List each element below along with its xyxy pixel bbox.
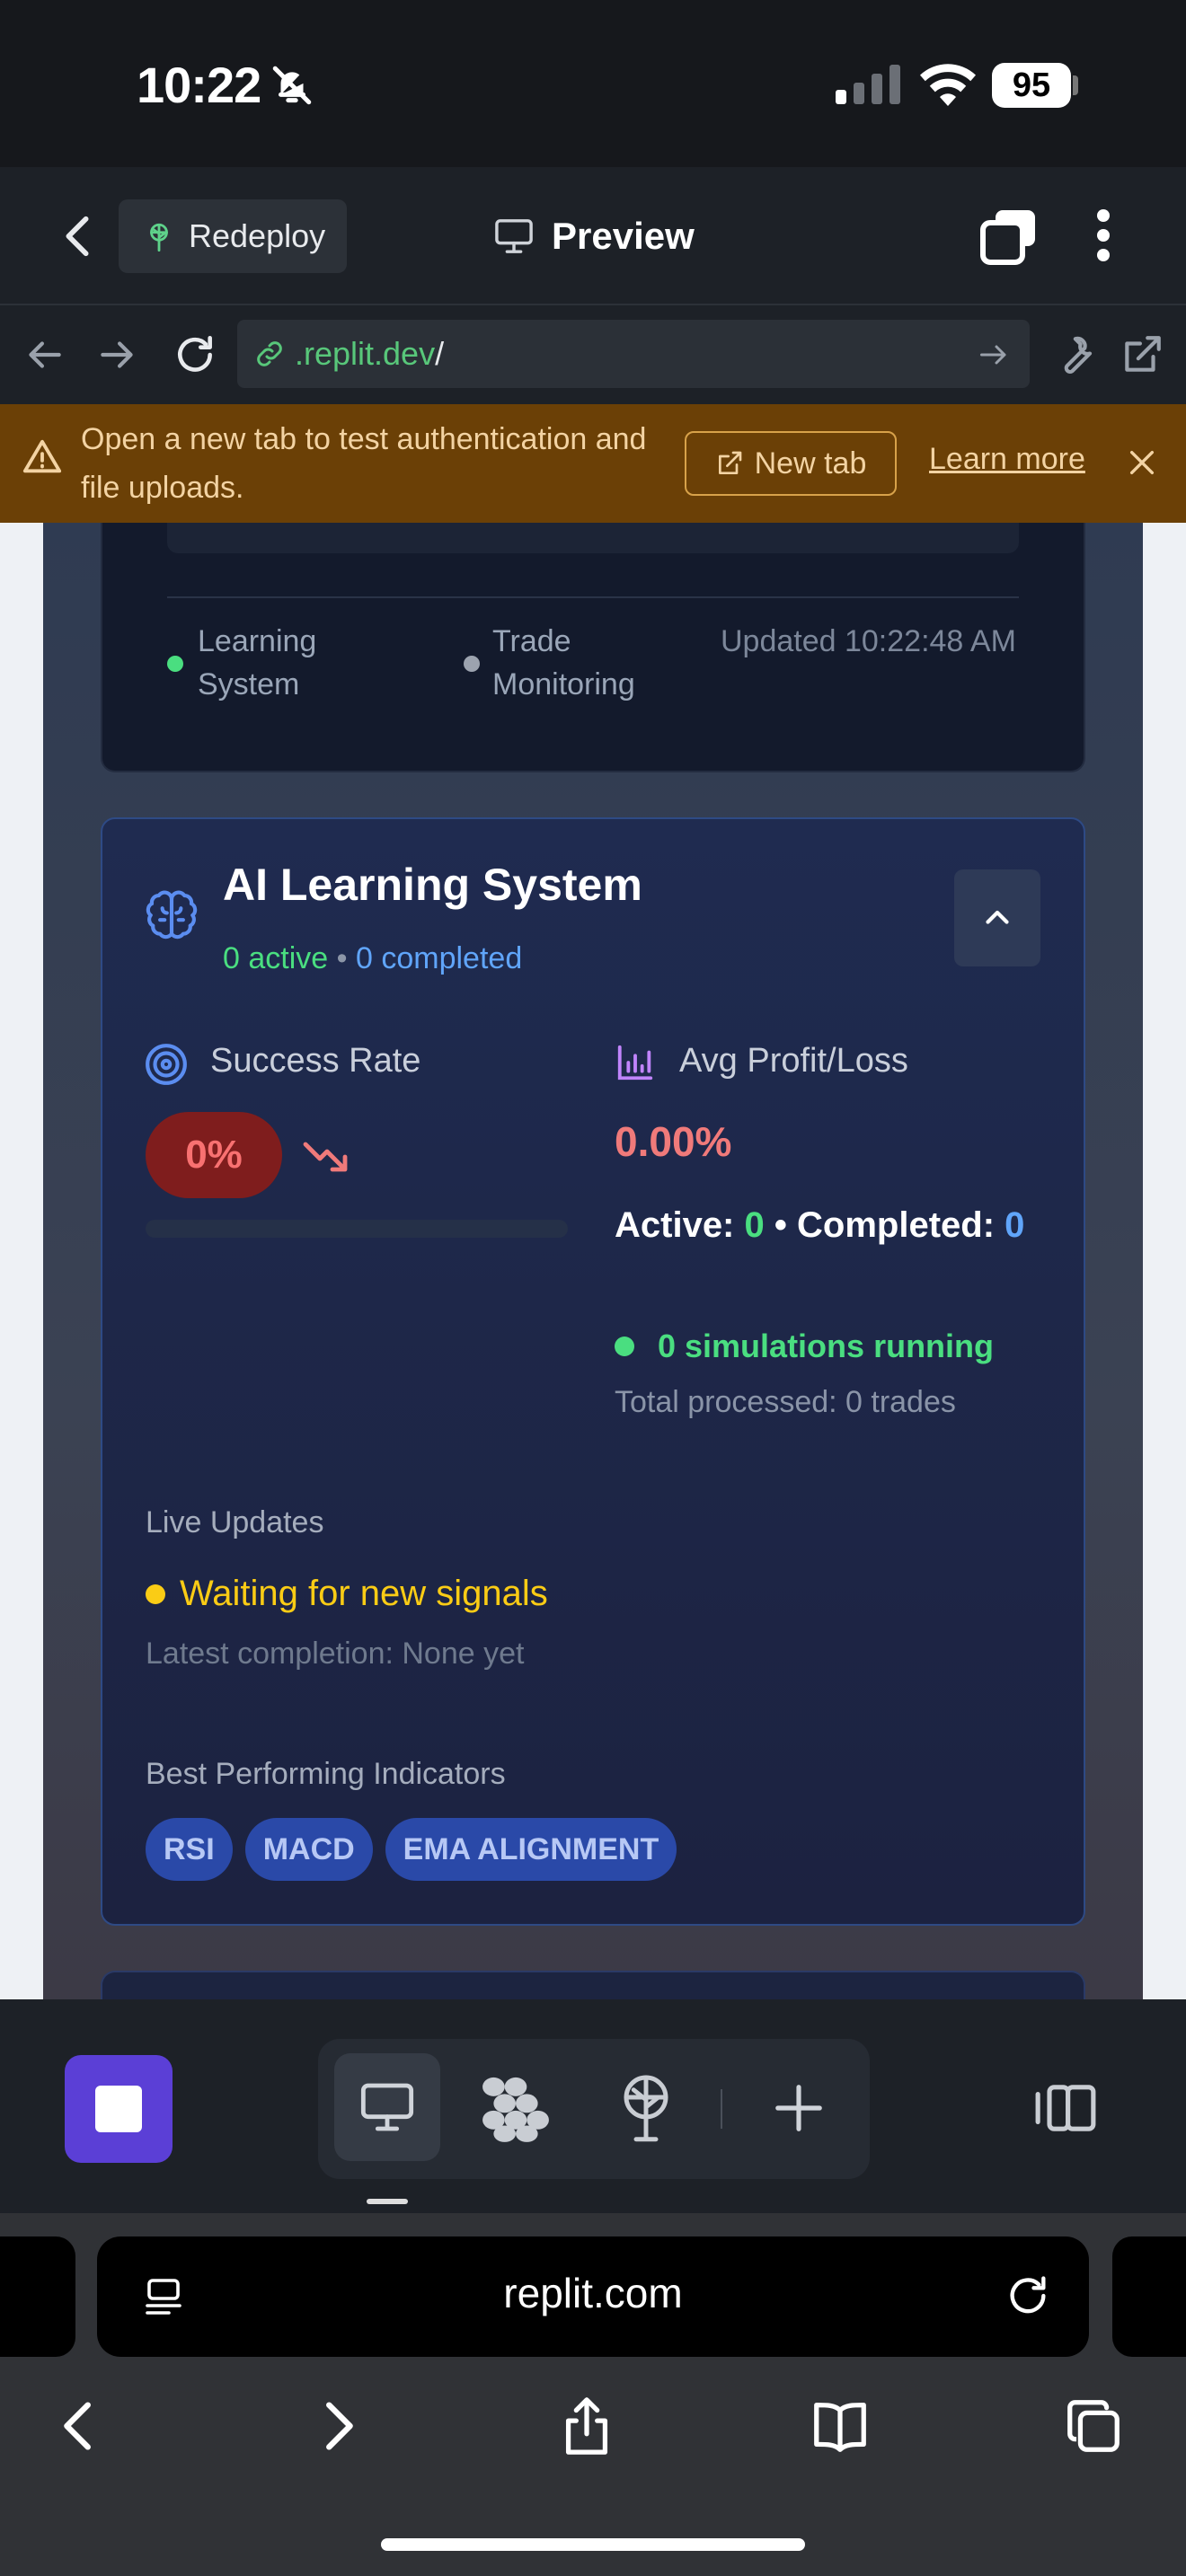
new-tab-label: New tab xyxy=(754,446,867,481)
ai-card-subtitle: 0 active • 0 completed xyxy=(223,941,522,976)
completed-value: 0 xyxy=(1005,1205,1025,1245)
monitor-icon xyxy=(495,219,533,253)
chevron-up-icon xyxy=(986,910,1009,924)
battery-indicator: 95 xyxy=(992,63,1071,108)
stack-icon[interactable] xyxy=(979,207,1039,266)
go-arrow-icon[interactable] xyxy=(978,341,1010,368)
url-path: / xyxy=(435,335,445,372)
bell-slash-icon xyxy=(272,66,312,105)
warning-icon xyxy=(22,439,62,473)
redeploy-label: Redeploy xyxy=(189,217,326,254)
reload-icon[interactable] xyxy=(173,332,217,377)
tool-divider xyxy=(721,2089,722,2129)
stop-icon xyxy=(95,2086,142,2132)
status-time: 10:22 xyxy=(137,57,261,113)
simulation-dot xyxy=(615,1337,634,1356)
monitor-icon xyxy=(360,2083,414,2131)
preview-label: Preview xyxy=(552,215,695,257)
learning-system-status: Learning System xyxy=(198,624,317,701)
safari-reload-icon[interactable] xyxy=(1005,2272,1051,2319)
active-value: 0 xyxy=(744,1205,765,1245)
link-icon xyxy=(257,341,282,366)
deploy-icon[interactable] xyxy=(616,2071,676,2143)
url-input[interactable]: .replit.dev/ xyxy=(237,320,1030,388)
tabs-icon[interactable] xyxy=(1062,2395,1125,2457)
learn-more-link[interactable]: Learn more xyxy=(929,442,1085,477)
back-chevron-icon[interactable] xyxy=(61,214,93,259)
avg-profit-loss-value: 0.00% xyxy=(615,1118,732,1165)
url-domain: .replit.dev xyxy=(295,335,436,372)
safari-domain: replit.com xyxy=(503,2270,683,2316)
external-link-icon[interactable] xyxy=(1120,332,1164,377)
split-view-icon[interactable] xyxy=(1033,2080,1098,2136)
banner-message: Open a new tab to test authentication an… xyxy=(81,422,647,505)
indicator-chip[interactable]: EMA ALIGNMENT xyxy=(385,1818,677,1881)
waiting-dot xyxy=(146,1584,165,1604)
waiting-text: Waiting for new signals xyxy=(180,1574,548,1613)
previous-tab-peek[interactable] xyxy=(0,2236,75,2357)
bar-chart-icon xyxy=(617,1045,653,1081)
best-indicators-label: Best Performing Indicators xyxy=(146,1757,506,1791)
next-tab-peek[interactable] xyxy=(1112,2236,1186,2357)
active-label: Active: xyxy=(615,1205,735,1245)
target-icon xyxy=(146,1044,187,1085)
active-count: 0 active xyxy=(223,941,329,975)
divider xyxy=(167,596,1019,598)
new-tab-button[interactable]: New tab xyxy=(685,431,897,496)
trade-monitoring-status: Trade Monitoring xyxy=(492,624,635,701)
redeploy-button[interactable]: Redeploy xyxy=(119,199,347,273)
plus-icon[interactable] xyxy=(771,2080,827,2136)
active-completed-summary: Active: 0 • Completed: 0 xyxy=(615,1198,1037,1252)
signal-icon xyxy=(836,65,900,104)
collapse-button[interactable] xyxy=(954,869,1040,966)
trade-status-dot xyxy=(464,656,480,672)
total-processed: Total processed: 0 trades xyxy=(615,1385,956,1419)
indicator-chip[interactable]: RSI xyxy=(146,1818,233,1881)
bookmarks-icon[interactable] xyxy=(809,2395,872,2457)
trend-down-icon xyxy=(303,1142,348,1172)
success-rate-value: 0% xyxy=(146,1112,282,1198)
completed-count: 0 completed xyxy=(356,941,523,975)
arrow-right-icon[interactable] xyxy=(95,332,140,377)
tree-icon xyxy=(150,223,168,251)
close-icon[interactable] xyxy=(1127,447,1157,478)
wrench-icon[interactable] xyxy=(1053,332,1098,377)
success-rate-label: Success Rate xyxy=(210,1042,421,1080)
last-updated: Updated 10:22:48 AM xyxy=(721,624,1016,658)
waiting-status: Waiting for new signals xyxy=(146,1574,548,1614)
kebab-icon[interactable] xyxy=(1094,208,1112,262)
preview-tab[interactable]: Preview xyxy=(492,207,695,266)
brain-icon xyxy=(146,890,198,940)
grid-icon[interactable] xyxy=(480,2075,552,2143)
latest-completion: Latest completion: None yet xyxy=(146,1636,525,1671)
live-updates-label: Live Updates xyxy=(146,1505,324,1539)
indicator-chip[interactable]: MACD xyxy=(244,1818,373,1881)
share-icon[interactable] xyxy=(555,2395,618,2457)
arrow-right-icon[interactable] xyxy=(305,2395,368,2457)
external-link-icon xyxy=(718,451,741,474)
success-rate-progress xyxy=(146,1220,568,1238)
arrow-left-icon[interactable] xyxy=(22,332,66,377)
separator: • xyxy=(336,941,348,975)
battery-tip xyxy=(1073,75,1078,95)
completed-label: • Completed: xyxy=(774,1205,996,1245)
indicator-chips: RSI MACD EMA ALIGNMENT xyxy=(146,1818,677,1881)
home-indicator xyxy=(381,2538,805,2551)
simulations-text: 0 simulations running xyxy=(658,1328,995,1364)
active-tool-indicator xyxy=(367,2199,408,2204)
learning-status-dot xyxy=(167,656,183,672)
arrow-left-icon[interactable] xyxy=(49,2395,111,2457)
status-card-panel xyxy=(167,523,1019,553)
wifi-icon xyxy=(920,64,976,106)
simulations-status: 0 simulations running xyxy=(615,1328,994,1365)
ai-card-title: AI Learning System xyxy=(223,860,642,910)
avg-profit-loss-label: Avg Profit/Loss xyxy=(679,1042,908,1080)
